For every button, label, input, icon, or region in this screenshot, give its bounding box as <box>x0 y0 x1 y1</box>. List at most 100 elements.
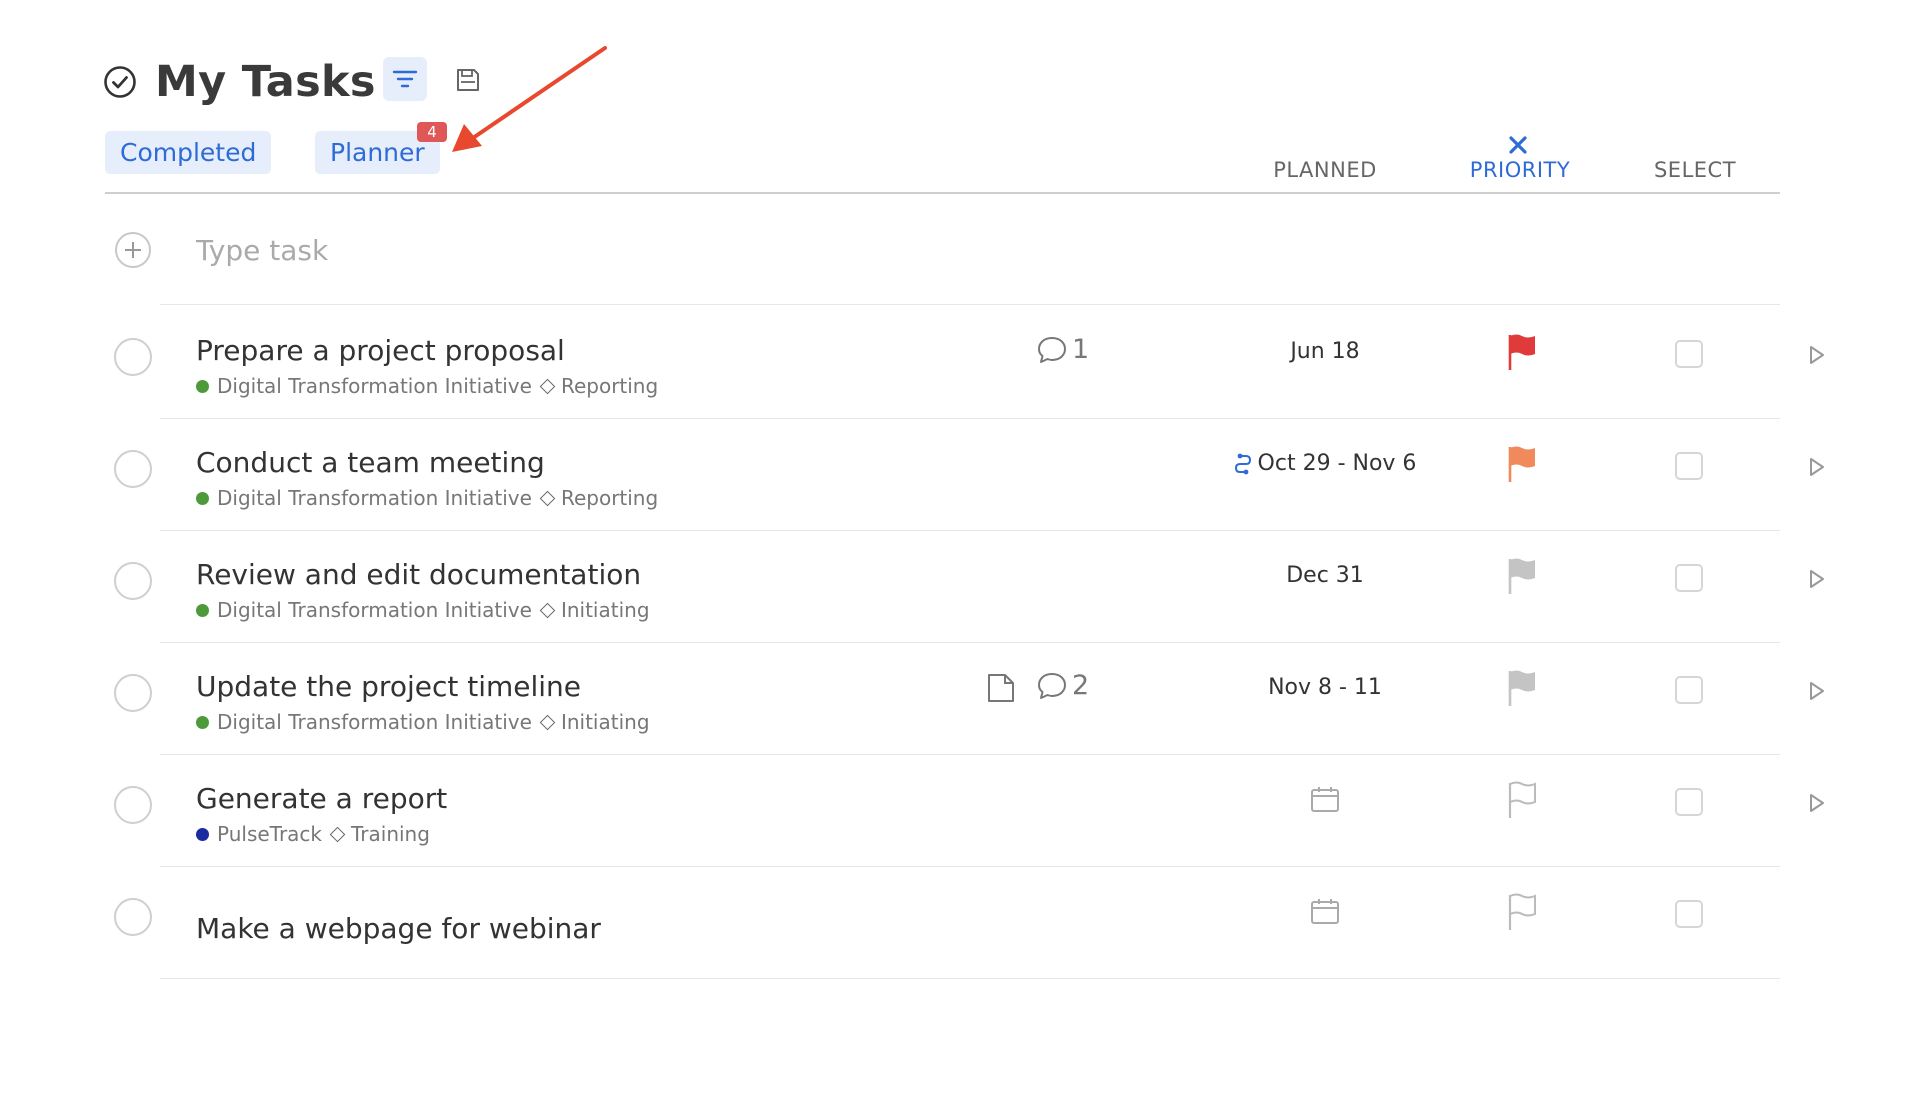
play-triangle-icon[interactable] <box>1808 344 1826 366</box>
planned-date-text: Dec 31 <box>1286 563 1364 588</box>
recurring-icon <box>1234 453 1251 474</box>
priority-flag[interactable] <box>1505 332 1539 376</box>
clear-priority-sort-icon[interactable] <box>1506 133 1530 157</box>
complete-task-checkbox[interactable] <box>114 338 152 376</box>
add-task-icon[interactable] <box>114 231 152 269</box>
header-divider <box>105 192 1780 194</box>
play-triangle-icon[interactable] <box>1808 792 1826 814</box>
comment-bubble-icon <box>1038 336 1066 363</box>
task-row[interactable]: Generate a report PulseTrack Training <box>0 754 1910 866</box>
task-meta: Digital Transformation Initiative Reporti… <box>196 374 658 398</box>
comments-indicator[interactable]: 1 <box>1036 334 1089 365</box>
row-divider <box>160 978 1780 979</box>
task-phase[interactable]: Initiating <box>561 598 650 622</box>
play-triangle-icon[interactable] <box>1808 456 1826 478</box>
task-row[interactable]: Review and edit documentation Digital Tra… <box>0 530 1910 642</box>
project-color-dot <box>196 715 209 729</box>
task-title[interactable]: Update the project timeline <box>196 670 581 703</box>
select-checkbox[interactable] <box>1675 788 1703 816</box>
task-phase[interactable]: Training <box>351 822 430 846</box>
task-phase[interactable]: Reporting <box>561 486 658 510</box>
priority-flag[interactable] <box>1505 444 1539 488</box>
planned-date[interactable]: Nov 8 - 11 <box>1200 675 1450 700</box>
priority-flag[interactable] <box>1505 892 1539 936</box>
task-project[interactable]: Digital Transformation Initiative <box>217 598 532 622</box>
task-row[interactable]: Conduct a team meeting Digital Transforma… <box>0 418 1910 530</box>
complete-task-checkbox[interactable] <box>114 450 152 488</box>
task-meta: Digital Transformation Initiative Initiat… <box>196 710 650 734</box>
task-phase[interactable]: Initiating <box>561 710 650 734</box>
flag-gray-icon <box>1508 670 1535 706</box>
planned-date[interactable]: Oct 29 - Nov 6 <box>1200 451 1450 476</box>
project-color-dot <box>196 379 209 393</box>
type-task-input[interactable] <box>196 228 1096 272</box>
complete-task-checkbox[interactable] <box>114 674 152 712</box>
phase-diamond-icon <box>539 714 556 730</box>
completed-filter-chip[interactable]: Completed <box>105 131 272 174</box>
priority-flag[interactable] <box>1505 556 1539 600</box>
select-checkbox[interactable] <box>1675 900 1703 928</box>
task-title[interactable]: Review and edit documentation <box>196 558 641 591</box>
complete-task-checkbox[interactable] <box>114 562 152 600</box>
note-icon[interactable] <box>986 672 1016 704</box>
planned-date-text: Nov 8 - 11 <box>1268 675 1382 700</box>
planned-date[interactable]: Jun 18 <box>1200 339 1450 364</box>
priority-flag[interactable] <box>1505 668 1539 712</box>
task-title[interactable]: Prepare a project proposal <box>196 334 565 367</box>
select-checkbox[interactable] <box>1675 564 1703 592</box>
flag-orange-icon <box>1508 446 1535 482</box>
column-header-priority[interactable]: PRIORITY <box>1440 158 1600 182</box>
project-color-dot <box>196 491 209 505</box>
comment-count: 1 <box>1072 334 1090 365</box>
comments-indicator[interactable]: 2 <box>1036 670 1089 701</box>
task-project[interactable]: Digital Transformation Initiative <box>217 486 532 510</box>
task-title[interactable]: Generate a report <box>196 782 447 815</box>
project-color-dot <box>196 603 209 617</box>
page-title: My Tasks <box>155 57 376 107</box>
filter-button[interactable] <box>383 57 427 101</box>
complete-task-checkbox[interactable] <box>114 898 152 936</box>
task-project[interactable]: Digital Transformation Initiative <box>217 710 532 734</box>
task-title[interactable]: Conduct a team meeting <box>196 446 545 479</box>
task-project[interactable]: Digital Transformation Initiative <box>217 374 532 398</box>
task-project[interactable]: PulseTrack <box>217 822 322 846</box>
select-checkbox[interactable] <box>1675 676 1703 704</box>
project-color-dot <box>196 827 209 841</box>
calendar-icon[interactable] <box>1309 896 1341 926</box>
phase-diamond-icon <box>539 490 556 506</box>
complete-task-checkbox[interactable] <box>114 786 152 824</box>
flag-outline-icon <box>1508 781 1536 818</box>
phase-diamond-icon <box>329 826 346 842</box>
flag-gray-icon <box>1508 558 1535 594</box>
planned-date[interactable]: Dec 31 <box>1200 563 1450 588</box>
play-triangle-icon[interactable] <box>1808 568 1826 590</box>
comment-bubble-icon <box>1038 672 1066 699</box>
task-row[interactable]: Update the project timeline Digital Trans… <box>0 642 1910 754</box>
play-triangle-icon[interactable] <box>1808 680 1826 702</box>
task-title[interactable]: Make a webpage for webinar <box>196 912 601 945</box>
flag-red-icon <box>1508 334 1535 370</box>
priority-flag[interactable] <box>1505 780 1539 824</box>
phase-diamond-icon <box>539 378 556 394</box>
flag-outline-icon <box>1508 893 1536 930</box>
phase-diamond-icon <box>539 602 556 618</box>
task-meta: Digital Transformation Initiative Initiat… <box>196 598 650 622</box>
select-checkbox[interactable] <box>1675 340 1703 368</box>
planned-date-text: Jun 18 <box>1290 339 1360 364</box>
column-header-select[interactable]: SELECT <box>1615 158 1775 182</box>
task-meta: Digital Transformation Initiative Reporti… <box>196 486 658 510</box>
planned-date-text: Oct 29 - Nov 6 <box>1257 451 1417 476</box>
select-checkbox[interactable] <box>1675 452 1703 480</box>
task-row[interactable]: Make a webpage for webinar <box>0 866 1910 978</box>
comment-count: 2 <box>1072 670 1090 701</box>
annotation-arrow-icon <box>452 46 607 152</box>
task-row[interactable]: Prepare a project proposal Digital Transf… <box>0 306 1910 418</box>
page-header: My Tasks <box>103 55 479 109</box>
task-meta: PulseTrack Training <box>196 822 430 846</box>
task-phase[interactable]: Reporting <box>561 374 658 398</box>
check-circle-icon <box>104 66 136 98</box>
calendar-icon[interactable] <box>1309 784 1341 814</box>
filter-lines-icon <box>392 70 418 88</box>
column-header-planned[interactable]: PLANNED <box>1245 158 1405 182</box>
row-divider <box>160 304 1780 305</box>
